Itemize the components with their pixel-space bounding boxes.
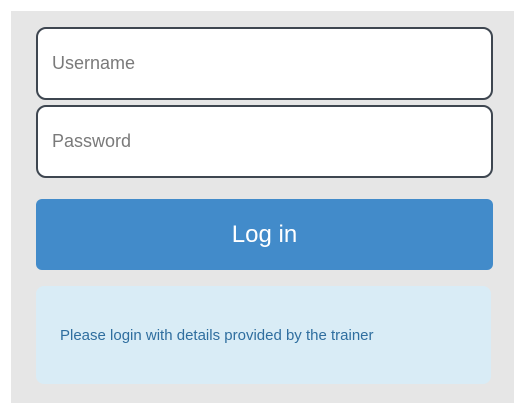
info-message: Please login with details provided by th… (60, 326, 374, 344)
password-input[interactable] (36, 105, 493, 178)
login-button[interactable]: Log in (36, 199, 493, 270)
info-alert: Please login with details provided by th… (36, 286, 491, 384)
username-input[interactable] (36, 27, 493, 100)
